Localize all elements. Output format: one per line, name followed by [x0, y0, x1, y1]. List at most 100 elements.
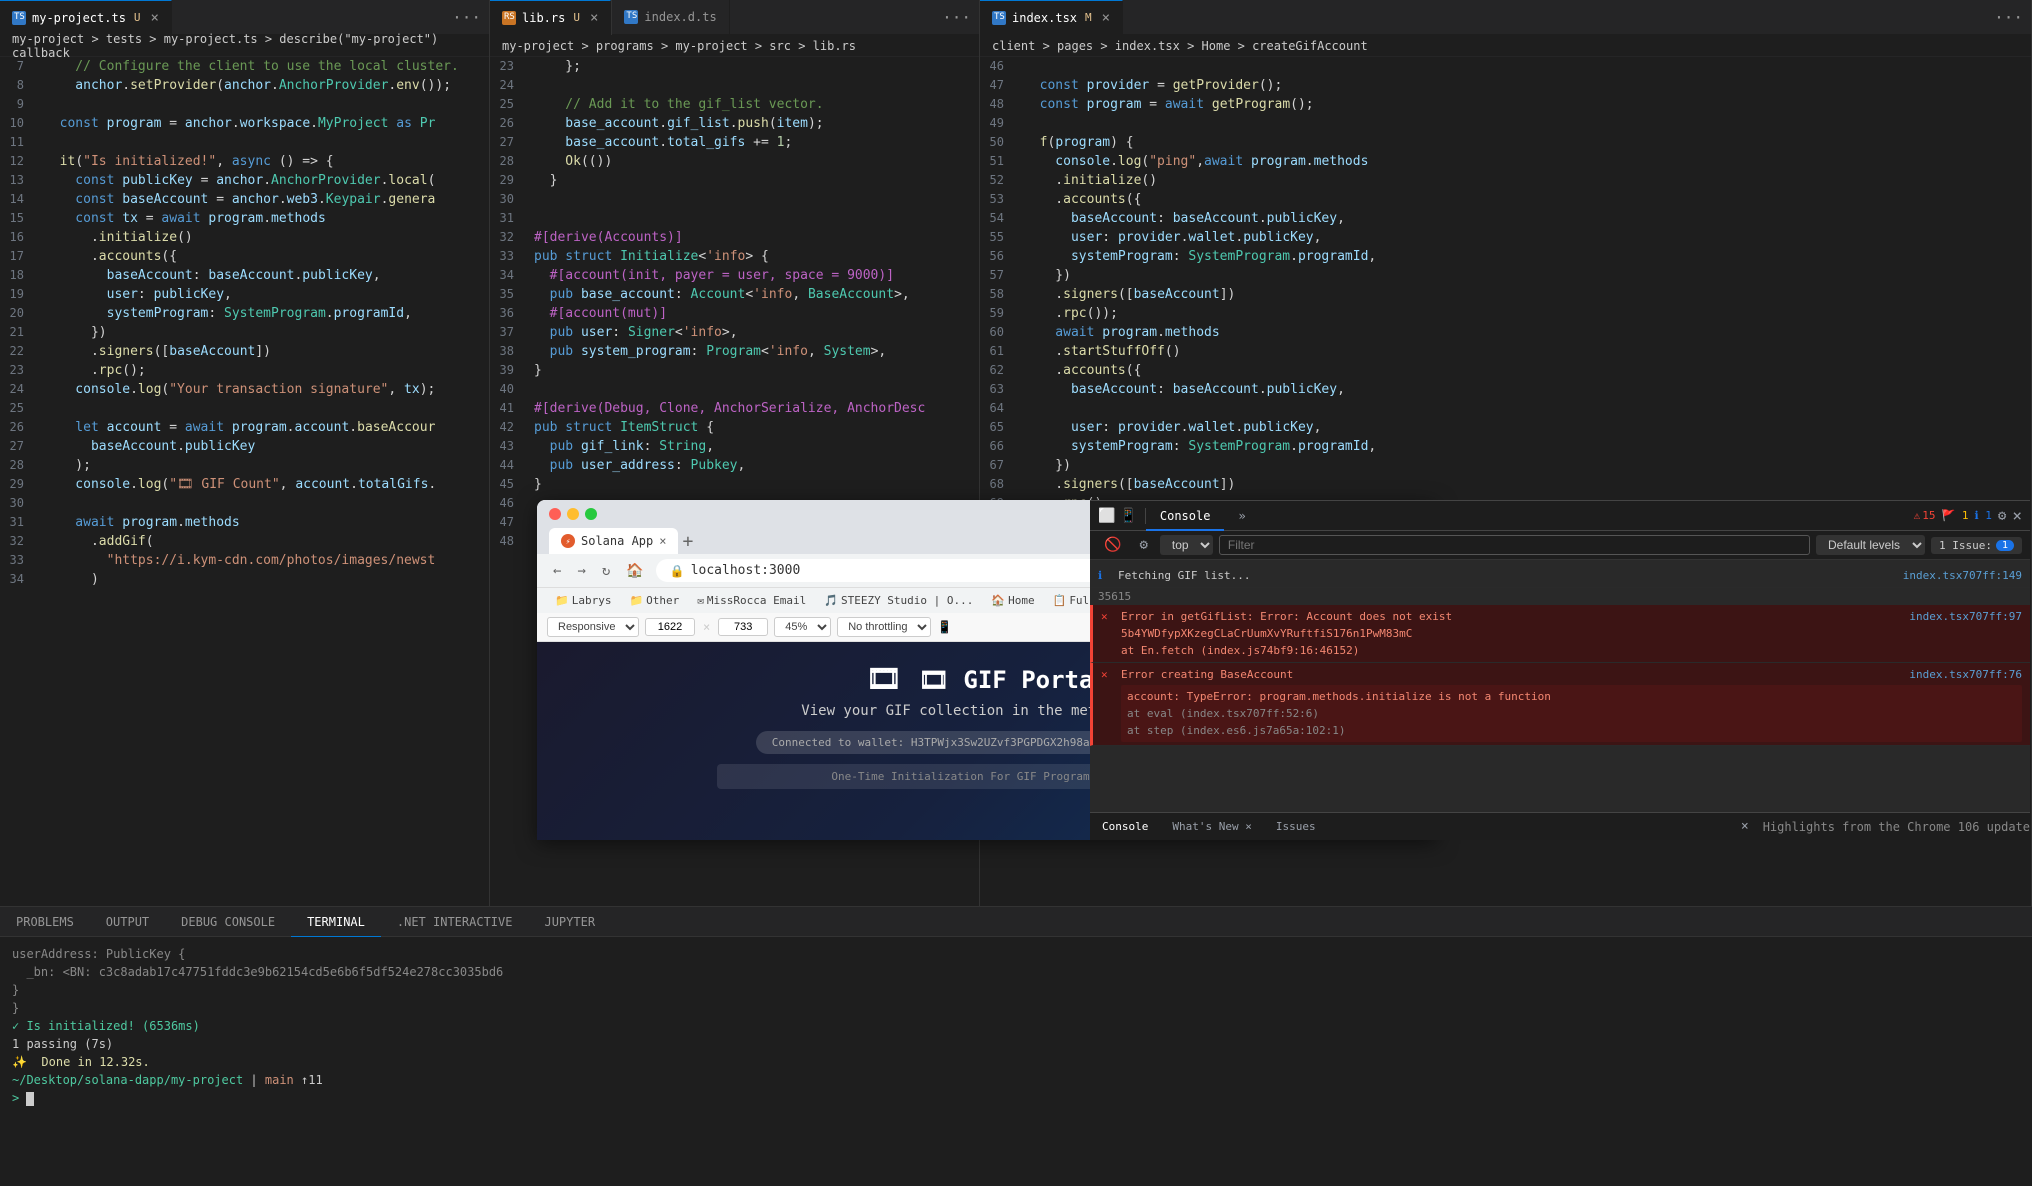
code-line: 44 pub user_address: Pubkey, — [490, 456, 979, 475]
devtools-inspect-icon[interactable]: ⬜ — [1098, 508, 1115, 524]
panel-tab-dotnet[interactable]: .NET INTERACTIVE — [381, 907, 529, 937]
devtools-badge-errors: ⚠ 15 — [1914, 509, 1936, 522]
code-line: 10 const program = anchor.workspace.MyPr… — [0, 114, 489, 133]
devtools-clear-btn[interactable]: 🚫 — [1098, 535, 1127, 555]
code-line: 18 baseAccount: baseAccount.publicKey, — [0, 266, 489, 285]
browser-forward-btn[interactable]: → — [573, 561, 589, 581]
tab-close-2[interactable]: × — [590, 10, 598, 26]
bookmark-icon: 🎵 — [824, 594, 838, 607]
code-line: 47 const provider = getProvider(); — [980, 76, 2031, 95]
bookmark-other[interactable]: 📁 Other — [623, 592, 685, 609]
bookmark-home[interactable]: 🏠 Home — [985, 592, 1040, 609]
browser-tab-label: Solana App — [581, 534, 653, 548]
devtools-bottom-close[interactable]: × — [1731, 819, 1759, 834]
browser-new-tab-btn[interactable]: + — [682, 531, 693, 552]
console-line-error-1: ✕ Error in getGifList: Error: Account do… — [1090, 605, 2030, 663]
browser-refresh-btn[interactable]: ↻ — [598, 561, 614, 581]
console-link-2[interactable]: index.tsx707ff:97 — [1909, 608, 2022, 625]
devtools-mobile-icon[interactable]: 📱 — [1119, 508, 1136, 524]
console-link-1[interactable]: index.tsx707ff:149 — [1903, 567, 2022, 584]
zoom-select[interactable]: 45% — [774, 617, 831, 637]
code-line: 34 #[account(init, payer = user, space =… — [490, 266, 979, 285]
bookmark-steezy[interactable]: 🎵 STEEZY Studio | O... — [818, 592, 979, 609]
browser-active-tab[interactable]: ⚡ Solana App × — [549, 528, 678, 554]
tab-my-project-ts[interactable]: TS my-project.ts U × — [0, 0, 172, 35]
browser-back-btn[interactable]: ← — [549, 561, 565, 581]
devtools-top-select[interactable]: top — [1160, 535, 1213, 555]
bookmark-label: MissRocca Email — [707, 594, 806, 607]
height-input[interactable] — [718, 618, 768, 636]
code-line: 27 base_account.total_gifs += 1; — [490, 133, 979, 152]
console-divider: 35615 — [1090, 588, 2030, 605]
code-line: 38 pub system_program: Program<'info, Sy… — [490, 342, 979, 361]
devtools-bottom-tab-console[interactable]: Console — [1090, 813, 1160, 841]
panel-tab-bar: PROBLEMS OUTPUT DEBUG CONSOLE TERMINAL .… — [0, 907, 2032, 937]
devtools-filter-icon[interactable]: ⚙ — [1133, 535, 1153, 555]
devtools-filter-input[interactable] — [1219, 535, 1810, 555]
devtools-tab-more[interactable]: » — [1224, 501, 1259, 531]
console-link-3[interactable]: index.tsx707ff:76 — [1909, 666, 2022, 683]
code-line: 41#[derive(Debug, Clone, AnchorSerialize… — [490, 399, 979, 418]
browser-home-btn[interactable]: 🏠 — [622, 561, 647, 581]
tab-more-1[interactable]: ··· — [444, 8, 489, 27]
devtools-highlights-text: Highlights from the Chrome 106 update — [1763, 820, 2030, 834]
browser-maximize-btn[interactable] — [585, 508, 597, 520]
devtools-settings-icon[interactable]: ⚙ — [1998, 508, 2006, 524]
code-line: 26 base_account.gif_list.push(item); — [490, 114, 979, 133]
code-line: 30 — [490, 190, 979, 209]
code-line: 60 await program.methods — [980, 323, 2031, 342]
browser-minimize-btn[interactable] — [567, 508, 579, 520]
tab-more-3[interactable]: ··· — [1986, 8, 2031, 27]
tab-close-3[interactable]: × — [1102, 10, 1110, 26]
devtools-level-select[interactable]: Default levels — [1816, 535, 1925, 555]
editor-col-1: TS my-project.ts U × ··· my-project > te… — [0, 0, 490, 906]
terminal-line: 1 passing (7s) — [12, 1035, 2020, 1053]
terminal-line: ✨ Done in 12.32s. — [12, 1053, 2020, 1071]
bookmark-email[interactable]: ✉ MissRocca Email — [691, 592, 812, 609]
tab-close-1[interactable]: × — [151, 10, 159, 26]
rs-icon: RS — [502, 11, 516, 25]
tab-more-2[interactable]: ··· — [934, 8, 979, 27]
devtools-issue-badge[interactable]: 1 Issue: 1 — [1931, 537, 2022, 554]
tab-lib-rs[interactable]: RS lib.rs U × — [490, 0, 611, 35]
code-line: 28 ); — [0, 456, 489, 475]
devtools-bottom-tab-issues[interactable]: Issues — [1264, 813, 1328, 841]
browser-close-btn[interactable] — [549, 508, 561, 520]
panel-tab-debug-console[interactable]: DEBUG CONSOLE — [165, 907, 291, 937]
panel-tab-terminal[interactable]: TERMINAL — [291, 907, 381, 937]
terminal-line: > — [12, 1089, 2020, 1107]
bookmark-label: Home — [1008, 594, 1035, 607]
code-line: 33 "https://i.kym-cdn.com/photos/images/… — [0, 551, 489, 570]
code-line: 54 baseAccount: baseAccount.publicKey, — [980, 209, 2031, 228]
code-line: 17 .accounts({ — [0, 247, 489, 266]
browser-favicon: ⚡ — [561, 534, 575, 548]
breadcrumb-3: client > pages > index.tsx > Home > crea… — [980, 35, 2031, 57]
code-line: 11 — [0, 133, 489, 152]
code-line: 65 user: provider.wallet.publicKey, — [980, 418, 2031, 437]
bookmark-labrys[interactable]: 📁 Labrys — [549, 592, 617, 609]
console-text: Fetching GIF list... — [1118, 567, 1895, 584]
code-line: 64 — [980, 399, 2031, 418]
browser-tab-close[interactable]: × — [659, 534, 666, 548]
throttling-select[interactable]: No throttling — [837, 617, 931, 637]
code-line: 66 systemProgram: SystemProgram.programI… — [980, 437, 2031, 456]
dimensions-select[interactable]: Responsive — [547, 617, 639, 637]
tab-index-d-ts[interactable]: TS index.d.ts — [611, 0, 729, 35]
devtools-tab-console[interactable]: Console — [1146, 501, 1225, 531]
panel-tab-output[interactable]: OUTPUT — [90, 907, 165, 937]
error-type-text: account: TypeError: program.methods.init… — [1127, 690, 1551, 703]
console-line-fetching: ℹ Fetching GIF list... index.tsx707ff:14… — [1090, 564, 2030, 588]
devtools-bottom-tab-whatsnew[interactable]: What's New × — [1160, 813, 1263, 841]
code-line: 34 ) — [0, 570, 489, 589]
code-line: 42pub struct ItemStruct { — [490, 418, 979, 437]
panel-tab-jupyter[interactable]: JUPYTER — [528, 907, 611, 937]
code-line: 12 it("Is initialized!", async () => { — [0, 152, 489, 171]
devtools-badge-info: ℹ 1 — [1974, 509, 1991, 522]
panel-tab-problems[interactable]: PROBLEMS — [0, 907, 90, 937]
tab-index-tsx[interactable]: TS index.tsx M × — [980, 0, 1123, 35]
code-line: 21 }) — [0, 323, 489, 342]
width-input[interactable] — [645, 618, 695, 636]
issue-badge-number: 1 — [1996, 540, 2014, 551]
devtools-close-icon[interactable]: × — [2012, 506, 2022, 525]
devtools-tab-bar: ⬜ 📱 Console » ⚠ 15 🚩 1 ℹ 1 ⚙ × — [1090, 501, 2030, 531]
